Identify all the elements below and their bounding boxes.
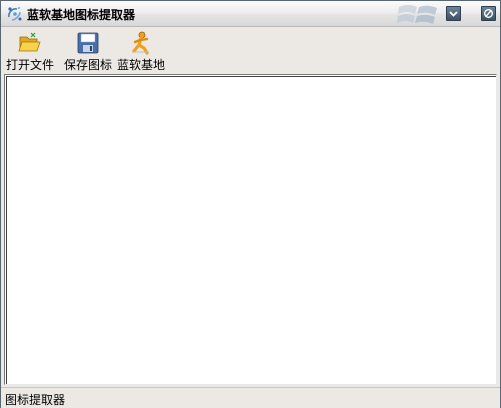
app-logo-icon[interactable] [6,5,24,23]
open-folder-icon [18,31,42,55]
icon-display-area[interactable] [4,74,497,385]
windows-flag-decoration [395,1,449,26]
app-window: 蓝软基地图标提取器 打开文件 保存图标 蓝软基地 图标提取器 [0,0,501,408]
open-file-button[interactable]: 打开文件 [3,29,57,72]
toolbar: 打开文件 保存图标 蓝软基地 [1,27,500,73]
status-bar: 图标提取器 [1,387,500,408]
close-button[interactable] [481,6,496,21]
running-man-icon [129,31,153,55]
minimize-button[interactable] [446,6,461,21]
title-bar[interactable]: 蓝软基地图标提取器 [1,1,500,27]
site-link-button[interactable]: 蓝软基地 [115,29,167,72]
site-link-label: 蓝软基地 [116,58,165,72]
floppy-disk-icon [76,31,100,55]
icon-display-inner [6,76,496,384]
open-file-label: 打开文件 [5,58,54,72]
save-icon-button[interactable]: 保存图标 [61,29,115,72]
window-title: 蓝软基地图标提取器 [27,8,136,22]
status-text: 图标提取器 [5,393,66,407]
save-icon-label: 保存图标 [63,58,112,72]
